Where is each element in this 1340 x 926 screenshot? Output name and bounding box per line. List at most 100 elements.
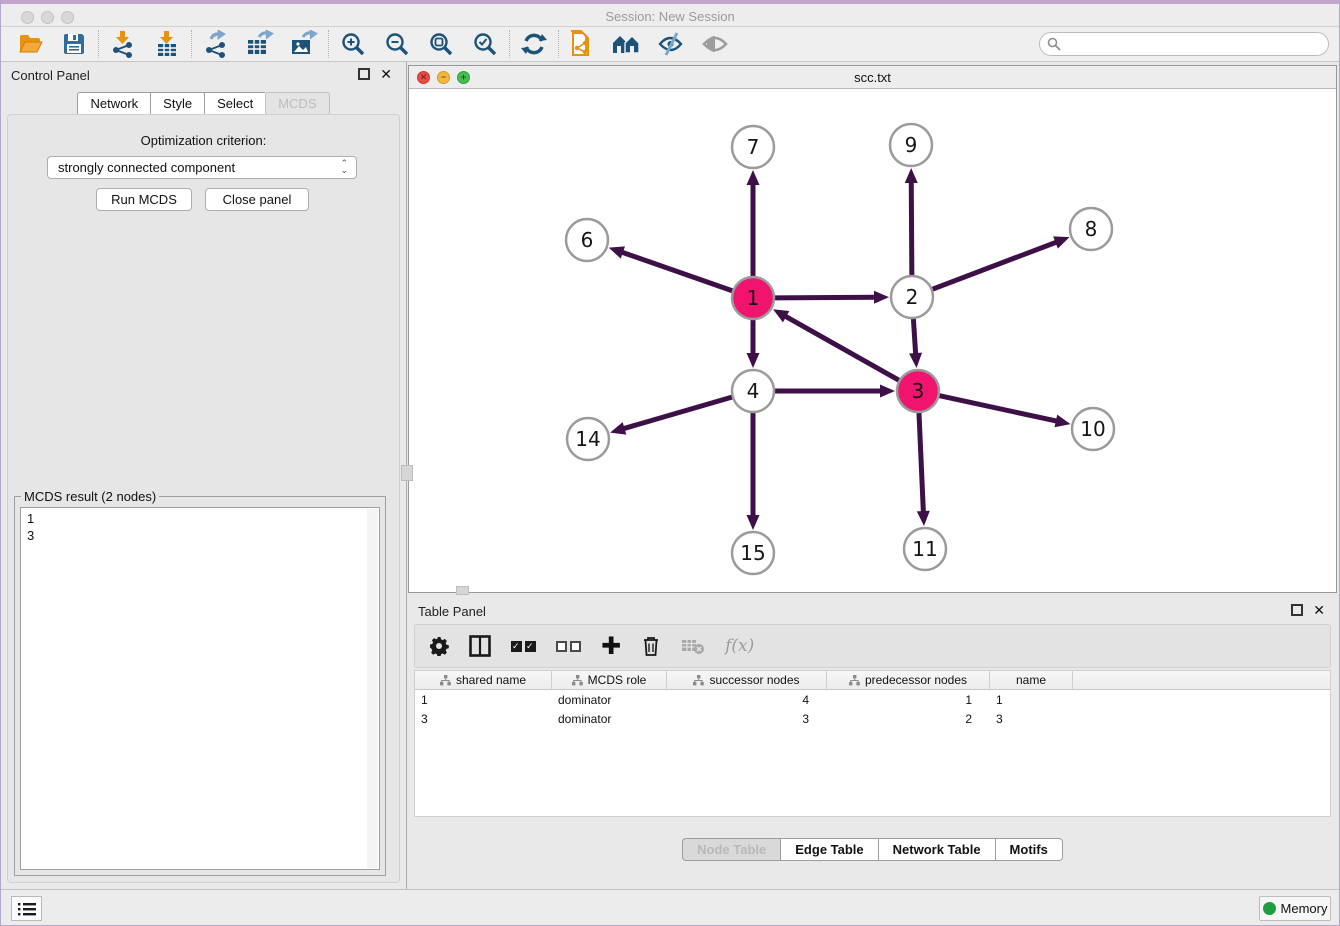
graph-edge-arrowhead	[747, 353, 760, 368]
first-neighbors-icon[interactable]	[612, 29, 642, 59]
export-image-icon[interactable]	[289, 29, 319, 59]
export-network-icon[interactable]	[201, 29, 231, 59]
graph-edge-3-1[interactable]	[784, 316, 898, 381]
select-all-columns-icon[interactable]	[511, 641, 536, 652]
graph-node-label: 6	[581, 228, 594, 252]
create-column-icon[interactable]	[601, 632, 621, 661]
graph-edge-3-11[interactable]	[919, 413, 923, 513]
graph-edge-2-9[interactable]	[911, 181, 912, 275]
show-all-icon[interactable]	[700, 29, 730, 59]
column-header[interactable]: predecessor nodes	[827, 671, 990, 689]
network-canvas[interactable]: 1234678910111415	[409, 90, 1336, 592]
zoom-in-icon[interactable]	[338, 29, 368, 59]
tab-node-table[interactable]: Node Table	[682, 838, 780, 861]
column-header[interactable]: shared name	[415, 671, 552, 689]
graph-edge-1-6[interactable]	[621, 252, 732, 291]
search-icon	[1047, 37, 1061, 51]
criterion-value: strongly connected component	[58, 160, 235, 175]
graph-edge-arrowhead	[1053, 236, 1069, 248]
column-header[interactable]: MCDS role	[552, 671, 667, 689]
close-panel-icon[interactable]	[380, 66, 392, 83]
window-titlebar: Session: New Session	[1, 0, 1339, 27]
tab-motifs[interactable]: Motifs	[995, 838, 1063, 861]
unselect-all-columns-icon[interactable]	[556, 641, 581, 652]
graph-edge-arrowhead	[610, 422, 626, 434]
main-toolbar	[1, 27, 1339, 62]
float-table-panel-icon[interactable]	[1291, 604, 1303, 616]
tab-edge-table[interactable]: Edge Table	[780, 838, 877, 861]
table-header-row: shared name MCDS role successor nodes pr…	[415, 671, 1330, 690]
table-toolbar: f(x)	[414, 624, 1331, 668]
control-panel-tabs: Network Style Select MCDS	[1, 92, 406, 115]
result-line: 1	[27, 510, 373, 527]
mcds-result-text[interactable]: 1 3	[20, 507, 380, 870]
graph-node-label: 10	[1080, 417, 1105, 441]
tab-mcds[interactable]: MCDS	[265, 92, 329, 115]
optimization-criterion-label: Optimization criterion:	[8, 133, 399, 148]
zoom-out-icon[interactable]	[382, 29, 412, 59]
graph-edge-2-3[interactable]	[913, 319, 915, 355]
network-graph[interactable]: 1234678910111415	[409, 90, 1336, 592]
graph-edge-arrowhead	[905, 168, 918, 183]
float-panel-icon[interactable]	[358, 68, 370, 80]
column-type-icon	[693, 675, 704, 686]
table-row[interactable]: 1 dominator 4 1 1	[415, 693, 1330, 709]
main-area: Control Panel Network Style Select MCDS …	[1, 62, 1339, 889]
graph-node-label: 3	[912, 379, 925, 403]
export-table-icon[interactable]	[245, 29, 275, 59]
import-table-icon[interactable]	[152, 29, 182, 59]
graph-node-label: 2	[906, 285, 919, 309]
zoom-selected-icon[interactable]	[470, 29, 500, 59]
close-table-panel-icon[interactable]	[1313, 602, 1325, 619]
delete-column-icon[interactable]	[641, 635, 661, 657]
new-network-from-selection-icon[interactable]	[568, 29, 598, 59]
status-bar: Memory	[1, 889, 1339, 925]
graph-edge-arrowhead	[874, 291, 889, 304]
search-input[interactable]	[1039, 32, 1329, 56]
tab-network-table[interactable]: Network Table	[878, 838, 995, 861]
graph-node-label: 14	[575, 427, 600, 451]
graph-edge-3-10[interactable]	[939, 396, 1057, 422]
toggle-column-panel-icon[interactable]	[469, 635, 491, 657]
criterion-dropdown[interactable]: strongly connected component	[47, 156, 357, 179]
table-row[interactable]: 3 dominator 3 2 3	[415, 712, 1330, 728]
memory-button[interactable]: Memory	[1259, 896, 1331, 921]
graph-node-label: 9	[905, 133, 918, 157]
horizontal-splitter-handle[interactable]	[456, 586, 469, 595]
control-panel-header: Control Panel	[1, 62, 406, 88]
graph-edge-1-2[interactable]	[775, 297, 876, 298]
hide-selection-icon[interactable]	[656, 29, 686, 59]
graph-edge-arrowhead	[747, 515, 760, 530]
zoom-fit-icon[interactable]	[426, 29, 456, 59]
tab-style[interactable]: Style	[150, 92, 204, 115]
window-title: Session: New Session	[1, 9, 1339, 24]
tab-network[interactable]: Network	[77, 92, 150, 115]
column-type-icon	[849, 675, 860, 686]
import-network-icon[interactable]	[108, 29, 138, 59]
apply-layout-icon[interactable]	[519, 29, 549, 59]
table-settings-gear-icon[interactable]	[429, 636, 449, 656]
column-header[interactable]: name	[990, 671, 1073, 689]
graph-edge-arrowhead	[917, 511, 930, 526]
open-session-icon[interactable]	[15, 29, 45, 59]
node-table[interactable]: shared name MCDS role successor nodes pr…	[414, 670, 1331, 817]
close-panel-button[interactable]: Close panel	[205, 188, 309, 211]
graph-node-label: 15	[740, 541, 765, 565]
run-mcds-button[interactable]: Run MCDS	[96, 188, 192, 211]
table-panel-header: Table Panel	[408, 598, 1337, 624]
graph-edge-4-14[interactable]	[623, 397, 732, 429]
vertical-splitter-handle[interactable]	[401, 465, 413, 481]
delete-table-icon[interactable]	[681, 637, 705, 655]
graph-node-label: 4	[747, 379, 760, 403]
column-type-icon	[440, 675, 451, 686]
tab-select[interactable]: Select	[204, 92, 265, 115]
result-scrollbar[interactable]	[367, 509, 378, 868]
graph-edge-2-8[interactable]	[933, 242, 1058, 289]
task-history-button[interactable]	[11, 896, 42, 921]
graph-node-label: 1	[747, 286, 760, 310]
column-header[interactable]: successor nodes	[667, 671, 827, 689]
graph-edge-arrowhead	[747, 170, 760, 185]
function-builder-icon[interactable]: f(x)	[725, 636, 754, 656]
graph-node-label: 8	[1085, 217, 1098, 241]
save-session-icon[interactable]	[59, 29, 89, 59]
